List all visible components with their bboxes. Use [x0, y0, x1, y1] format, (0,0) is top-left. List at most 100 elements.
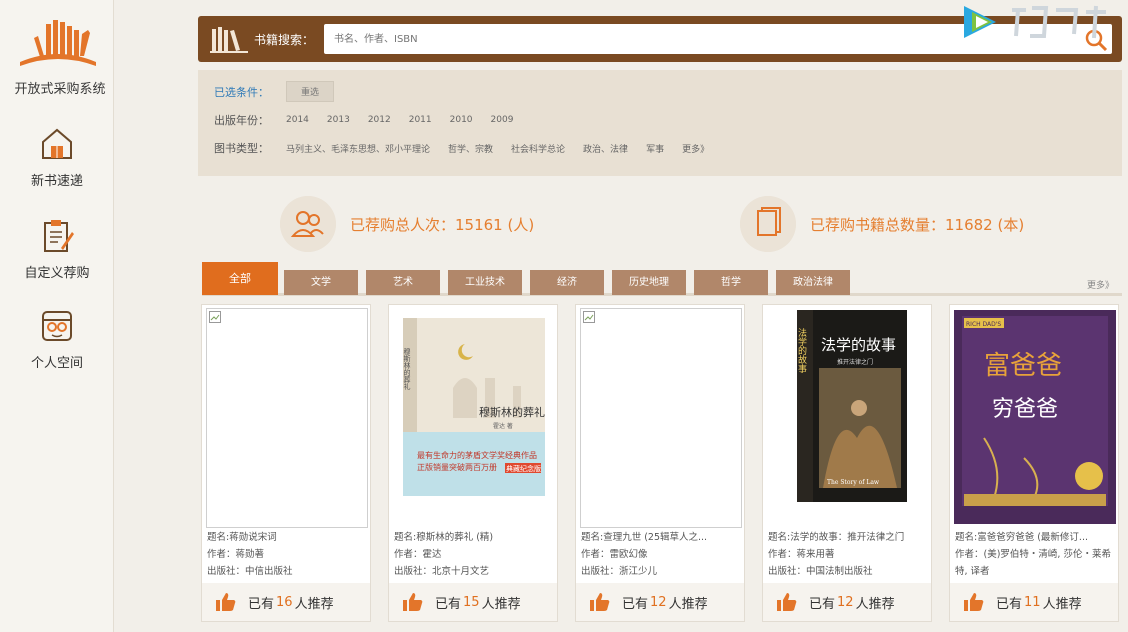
recommend-bar[interactable]: 已有 12 人推荐 [576, 583, 744, 621]
book-title: 题名:穆斯林的葬礼 (精) [394, 532, 494, 543]
rec-prefix: 已有 [248, 596, 275, 612]
year-option[interactable]: 2011 [409, 115, 432, 125]
book-card[interactable]: 题名:蒋勋说宋词 作者：蒋勋著 出版社：中信出版社 已有 16 人推荐 [201, 304, 371, 622]
tabs-more-link[interactable]: 更多》 [1087, 278, 1114, 291]
year-option[interactable]: 2012 [368, 115, 391, 125]
year-row: 出版年份： 2014 2013 2012 2011 2010 2009 [214, 112, 531, 128]
recommend-bar[interactable]: 已有 15 人推荐 [389, 583, 557, 621]
book-meta: 题名:法学的故事：推开法律之门 作者：蒋来用著 出版社：中国法制出版社 [768, 529, 930, 580]
recommend-bar[interactable]: 已有 11 人推荐 [950, 583, 1118, 621]
book-publisher: 出版社：中国法制出版社 [768, 566, 873, 577]
book-publisher: 出版社：浙江少儿 [581, 566, 658, 577]
book-cover: 法学的故事 推开法律之门 法学的故事 The Story of Law [767, 308, 929, 528]
type-option[interactable]: 政治、法律 [583, 142, 628, 155]
book-meta: 题名:穆斯林的葬礼 (精) 作者：霍达 出版社：北京十月文艺 [394, 529, 556, 580]
book-cover [206, 308, 368, 528]
book-title: 题名:查理九世 (25辑草人之... [581, 532, 708, 543]
book-publisher: 出版社：中信出版社 [207, 566, 293, 577]
rec-count: 15 [463, 594, 480, 610]
house-book-icon [42, 128, 72, 159]
book-cover: 最有生命力的茅盾文学奖经典作品 正版销量突破两百万册 典藏纪念版 穆斯林的葬礼 … [393, 308, 555, 528]
sidebar: 开放式采购系统 新书速递 自定义荐购 个人空间 [0, 0, 114, 632]
thumbs-up-icon [216, 593, 236, 611]
book-author: 作者：霍达 [394, 549, 442, 560]
recommend-bar[interactable]: 已有 16 人推荐 [202, 583, 370, 621]
system-title: 开放式采购系统 [14, 82, 106, 97]
type-row: 图书类型： 马列主义、毛泽东思想、邓小平理论 哲学、宗教 社会科学总论 政治、法… [214, 140, 727, 156]
rec-suffix: 人推荐 [668, 596, 708, 612]
rec-suffix: 人推荐 [1042, 596, 1082, 612]
stat-people: 已荐购总人次：15161 (人) [280, 196, 534, 252]
type-option[interactable]: 哲学、宗教 [448, 142, 493, 155]
book-cover [580, 308, 742, 528]
rec-prefix: 已有 [622, 596, 649, 612]
book-title: 题名:富爸爸穷爸爸 (最新修订... [955, 532, 1088, 543]
year-option[interactable]: 2013 [327, 115, 350, 125]
book-logo-icon [20, 20, 96, 66]
tab-all[interactable]: 全部 [202, 262, 278, 295]
rec-count: 12 [650, 594, 667, 610]
type-option[interactable]: 社会科学总论 [511, 142, 565, 155]
rec-count: 11 [1024, 594, 1041, 610]
rec-count: 16 [276, 594, 293, 610]
year-option[interactable]: 2010 [450, 115, 473, 125]
search-label: 书籍搜索： [254, 33, 315, 47]
book-card[interactable]: 法学的故事 推开法律之门 法学的故事 The Story of Law 题名:法… [762, 304, 932, 622]
broken-image-icon [209, 311, 221, 323]
book-cover: RICH DAD'S 富爸爸 穷爸爸 [954, 308, 1116, 528]
thumbs-up-icon [403, 593, 423, 611]
tab-literature[interactable]: 文学 [284, 270, 358, 295]
type-label: 图书类型： [214, 142, 269, 155]
cover-spine-title: 穆斯林的葬礼 [403, 347, 411, 391]
cover-title-1: 富爸爸 [984, 351, 1062, 381]
book-card[interactable]: 最有生命力的茅盾文学奖经典作品 正版销量突破两百万册 典藏纪念版 穆斯林的葬礼 … [388, 304, 558, 622]
tab-art[interactable]: 艺术 [366, 270, 440, 295]
cover-brand: RICH DAD'S [966, 321, 1001, 328]
book-author: 作者：蒋勋著 [207, 549, 265, 560]
nav-personal-space[interactable]: 个人空间 [0, 308, 114, 371]
books-count: 已荐购书籍总数量：11682 (本) [810, 215, 1025, 234]
thumbs-up-icon [964, 593, 984, 611]
cover-muslim-funeral: 最有生命力的茅盾文学奖经典作品 正版销量突破两百万册 典藏纪念版 穆斯林的葬礼 … [403, 318, 545, 496]
rec-prefix: 已有 [435, 596, 462, 612]
category-tabs: 全部 文学 艺术 工业技术 经济 历史地理 哲学 政治法律 更多》 [202, 262, 1122, 296]
rec-suffix: 人推荐 [294, 596, 334, 612]
nav-new-books[interactable]: 新书速递 [0, 126, 114, 189]
year-option[interactable]: 2014 [286, 115, 309, 125]
rec-prefix: 已有 [809, 596, 836, 612]
reset-button[interactable]: 重选 [286, 81, 335, 102]
nav-label: 自定义荐购 [24, 266, 90, 281]
recommend-bar[interactable]: 已有 12 人推荐 [763, 583, 931, 621]
person-glasses-icon [42, 311, 72, 341]
tab-politics-law[interactable]: 政治法律 [776, 270, 850, 295]
people-icon [280, 196, 336, 252]
tab-industrial-tech[interactable]: 工业技术 [448, 270, 522, 295]
book-card[interactable]: 题名:查理九世 (25辑草人之... 作者：雷欧幻像 出版社：浙江少儿 已有 1… [575, 304, 745, 622]
broken-image-icon [583, 311, 595, 323]
cover-title: 穆斯林的葬礼 [479, 405, 545, 419]
cover-subtitle: 推开法律之门 [837, 358, 873, 366]
clipboard-pen-icon [44, 220, 74, 252]
video-watermark-logo-icon [964, 5, 1106, 39]
book-title: 题名:蒋勋说宋词 [207, 532, 277, 543]
cover-en-title: The Story of Law [827, 479, 880, 486]
type-option[interactable]: 军事 [646, 142, 664, 155]
book-card[interactable]: RICH DAD'S 富爸爸 穷爸爸 题名:富爸爸穷爸爸 (最新修订... 作者… [949, 304, 1119, 622]
book-author: 作者：蒋来用著 [768, 549, 835, 560]
cover-line2: 正版销量突破两百万册 [417, 462, 497, 472]
type-more-link[interactable]: 更多》 [682, 142, 709, 155]
cover-line1: 最有生命力的茅盾文学奖经典作品 [417, 450, 537, 460]
book-meta: 题名:查理九世 (25辑草人之... 作者：雷欧幻像 出版社：浙江少儿 [581, 529, 743, 580]
tab-history-geography[interactable]: 历史地理 [612, 270, 686, 295]
year-option[interactable]: 2009 [491, 115, 514, 125]
type-option[interactable]: 马列主义、毛泽东思想、邓小平理论 [286, 142, 430, 155]
tab-philosophy[interactable]: 哲学 [694, 270, 768, 295]
thumbs-up-icon [777, 593, 797, 611]
cover-author: 霍达 著 [493, 422, 513, 430]
nav-custom-recommend[interactable]: 自定义荐购 [0, 218, 114, 281]
nav-label: 新书速递 [30, 174, 83, 189]
book-meta: 题名:蒋勋说宋词 作者：蒋勋著 出版社：中信出版社 [207, 529, 369, 580]
tab-economy[interactable]: 经济 [530, 270, 604, 295]
rec-suffix: 人推荐 [481, 596, 521, 612]
cover-spine-title: 法学的故事 [796, 327, 807, 373]
